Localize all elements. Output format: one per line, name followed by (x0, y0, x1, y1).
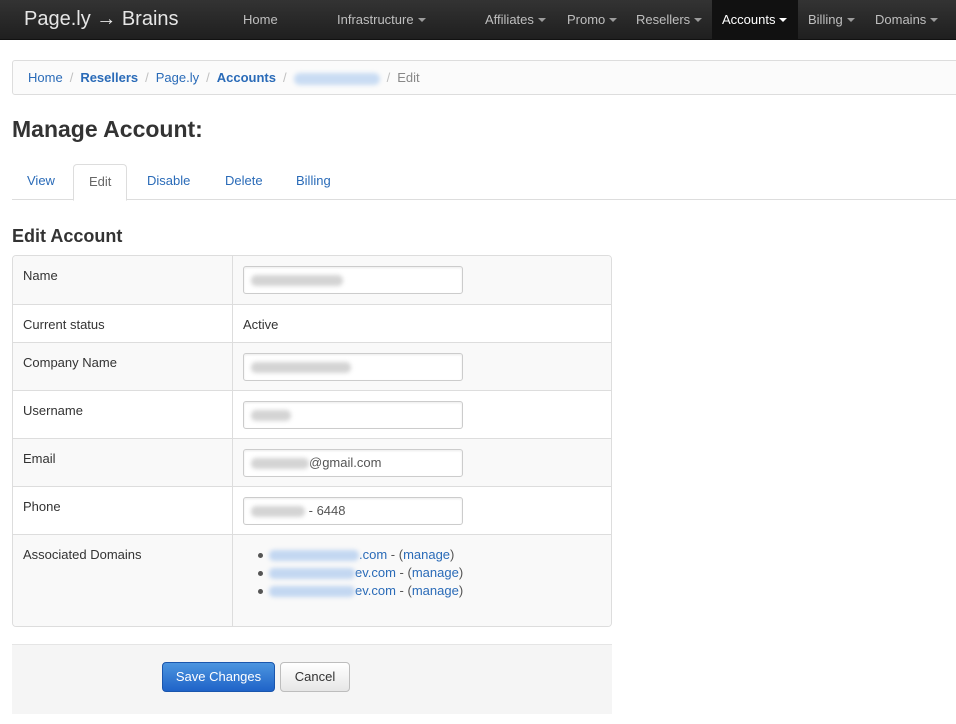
form-row-email: Email @gmail.com (13, 438, 611, 486)
email-visible-suffix: @gmail.com (309, 455, 382, 470)
email-input[interactable]: @gmail.com (243, 449, 463, 477)
breadcrumb-current: Edit (397, 70, 420, 85)
tab-disable[interactable]: Disable (132, 164, 205, 200)
breadcrumb-separator: / (145, 70, 149, 85)
domain-close-paren: ) (458, 565, 464, 580)
redacted-text (251, 458, 309, 470)
edit-account-heading: Edit Account (12, 226, 123, 246)
form-actions: Save Changes Cancel (12, 644, 612, 714)
phone-label: Phone (13, 487, 233, 534)
nav-resellers-dropdown[interactable]: Resellers (626, 0, 712, 40)
list-item: ev.com - (manage) (258, 564, 601, 582)
nav-domains-label: Domains (875, 12, 927, 27)
form-row-domains: Associated Domains .com - (manage) ev.co… (13, 534, 611, 626)
domain-close-paren: ) (450, 547, 455, 562)
account-tabs: View Edit Disable Delete Billing (12, 164, 956, 201)
form-row-status: Current status Active (13, 304, 611, 342)
breadcrumb-home[interactable]: Home (28, 70, 63, 85)
caret-down-icon (694, 17, 703, 22)
domain-separator: - ( (387, 547, 404, 562)
nav-affiliates-dropdown[interactable]: Affiliates (475, 0, 556, 40)
nav-billing-dropdown[interactable]: Billing (798, 0, 865, 40)
username-label: Username (13, 391, 233, 438)
redacted-text (269, 586, 355, 598)
domain-suffix: ev.com (355, 565, 396, 580)
breadcrumb-accounts[interactable]: Accounts (217, 70, 276, 85)
brand-logo-link[interactable]: Page.ly → Brains (24, 0, 179, 40)
domain-link[interactable]: .com (269, 547, 387, 562)
tab-billing[interactable]: Billing (281, 164, 346, 200)
domain-list: .com - (manage) ev.com - (manage) ev.com… (245, 535, 601, 600)
cancel-button[interactable]: Cancel (280, 662, 350, 692)
nav-infrastructure-label: Infrastructure (337, 12, 414, 27)
form-row-company: Company Name (13, 342, 611, 390)
top-navbar: Page.ly → Brains Home Infrastructure Aff… (0, 0, 956, 40)
status-value: Active (243, 317, 279, 332)
caret-down-icon (537, 17, 546, 22)
domain-link[interactable]: ev.com (269, 583, 396, 598)
list-item: ev.com - (manage) (258, 582, 601, 600)
status-label: Current status (13, 305, 233, 342)
breadcrumb-separator: / (206, 70, 210, 85)
form-row-username: Username (13, 390, 611, 438)
domain-link[interactable]: ev.com (269, 565, 396, 580)
redacted-text (251, 506, 305, 518)
tab-delete[interactable]: Delete (210, 164, 278, 200)
company-name-input[interactable] (243, 353, 463, 381)
breadcrumb-pagely[interactable]: Page.ly (156, 70, 199, 85)
domain-close-paren: ) (458, 583, 464, 598)
username-input[interactable] (243, 401, 463, 429)
form-row-phone: Phone - 6448 (13, 486, 611, 534)
nav-billing-label: Billing (808, 12, 843, 27)
breadcrumb: Home / Resellers / Page.ly / Accounts / / Edit (12, 60, 956, 95)
redacted-text (251, 362, 351, 374)
nav-infrastructure-dropdown[interactable]: Infrastructure (327, 0, 436, 40)
name-label: Name (13, 256, 233, 304)
name-input[interactable] (243, 266, 463, 294)
redacted-text (251, 275, 343, 287)
breadcrumb-separator: / (283, 70, 287, 85)
redacted-text (269, 568, 355, 580)
tab-edit[interactable]: Edit (73, 164, 128, 201)
caret-down-icon (417, 17, 426, 22)
manage-domain-link[interactable]: manage (403, 547, 450, 562)
nav-home-label: Home (243, 12, 278, 27)
manage-domain-link[interactable]: manage (412, 565, 459, 580)
breadcrumb-separator: / (386, 70, 391, 85)
nav-promo-dropdown[interactable]: Promo (557, 0, 627, 40)
domain-suffix: ev.com (355, 583, 396, 598)
domain-suffix: .com (359, 547, 388, 562)
email-label: Email (13, 439, 233, 486)
manage-domain-link[interactable]: manage (412, 583, 459, 598)
associated-domains-label: Associated Domains (13, 535, 233, 626)
phone-visible-suffix: - 6448 (308, 503, 346, 518)
nav-resellers-label: Resellers (636, 12, 691, 27)
breadcrumb-resellers[interactable]: Resellers (80, 70, 138, 85)
domain-separator: - ( (395, 565, 412, 580)
nav-home[interactable]: Home (233, 0, 288, 40)
breadcrumb-separator: / (69, 70, 74, 85)
caret-down-icon (779, 17, 788, 22)
nav-promo-label: Promo (567, 12, 606, 27)
domain-separator: - ( (395, 583, 412, 598)
tab-view[interactable]: View (12, 164, 70, 200)
save-changes-button[interactable]: Save Changes (162, 662, 275, 692)
nav-affiliates-label: Affiliates (485, 12, 534, 27)
page-title: Manage Account: (12, 116, 203, 142)
caret-down-icon (846, 17, 855, 22)
breadcrumb-account-name-redacted[interactable] (293, 72, 380, 85)
nav-domains-dropdown[interactable]: Domains (865, 0, 948, 40)
redacted-text (251, 410, 291, 422)
caret-down-icon (609, 17, 618, 22)
caret-down-icon (930, 17, 939, 22)
phone-input[interactable]: - 6448 (243, 497, 463, 525)
company-name-label: Company Name (13, 343, 233, 390)
edit-account-form: Name Current status Active Company Name … (12, 255, 612, 627)
nav-accounts-label: Accounts (722, 12, 776, 27)
form-row-name: Name (13, 256, 611, 304)
redacted-text (269, 550, 359, 562)
list-item: .com - (manage) (258, 546, 601, 564)
nav-accounts-dropdown[interactable]: Accounts (712, 0, 798, 40)
